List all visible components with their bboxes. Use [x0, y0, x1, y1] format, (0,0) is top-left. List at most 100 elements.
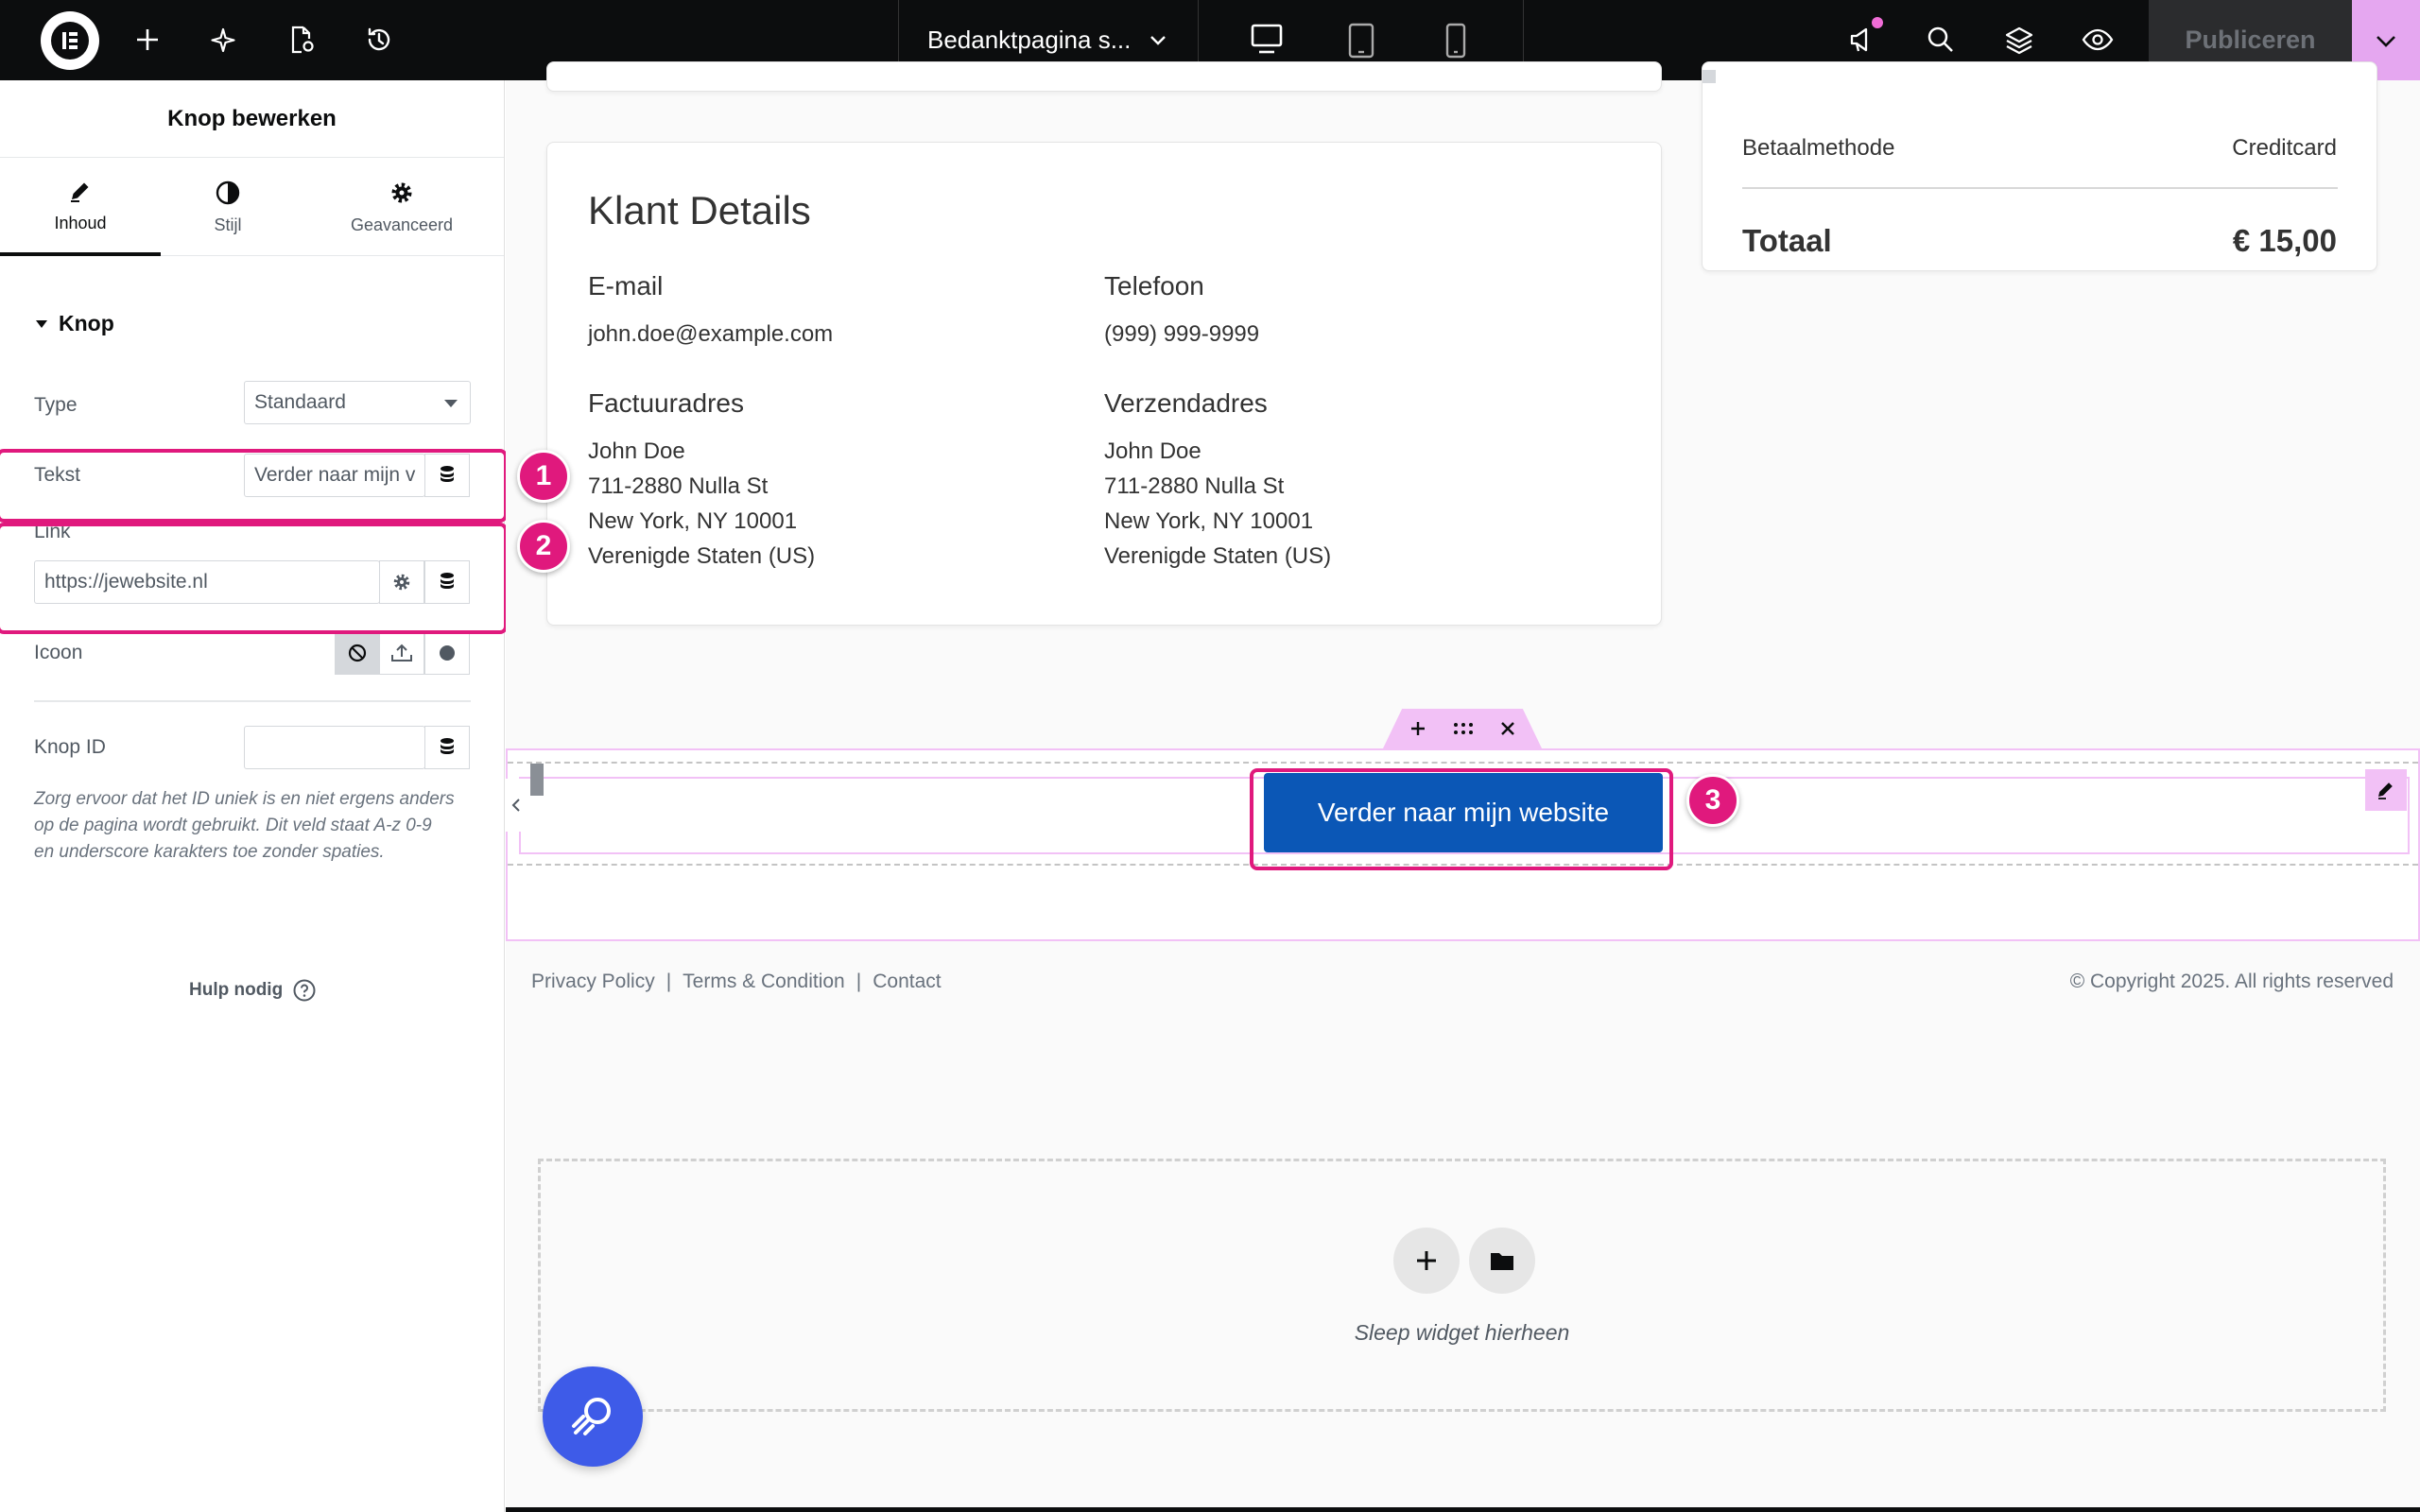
payment-method-value: Creditcard	[2232, 135, 2337, 161]
plus-icon	[137, 29, 158, 50]
history-button[interactable]	[360, 21, 398, 59]
annotation-badge-2: 2	[517, 520, 570, 573]
tablet-icon	[1348, 23, 1374, 58]
highlight-frame-3	[1250, 768, 1673, 870]
add-element-button[interactable]	[129, 21, 166, 59]
add-section-button[interactable]	[1393, 1228, 1460, 1294]
order-summary-card: Betaalmethode Creditcard Totaal € 15,00	[1702, 61, 2377, 271]
icon-label: Icoon	[34, 642, 83, 663]
chevron-down-icon	[2377, 35, 2395, 47]
email-value: john.doe@example.com	[588, 321, 834, 347]
mobile-icon	[1445, 23, 1466, 58]
divider	[1742, 187, 2338, 189]
help-link[interactable]: Hulp nodig	[189, 978, 317, 1003]
billing-address: John Doe 711-2880 Nulla St New York, NY …	[588, 434, 815, 574]
editor-panel: Knop bewerken Inhoud Stijl Geavanceerd K…	[0, 80, 508, 1512]
drag-handle-icon[interactable]	[1452, 721, 1475, 736]
tab-style[interactable]: Stijl	[161, 158, 295, 256]
tab-style-label: Stijl	[214, 215, 242, 234]
section-handle	[1383, 709, 1542, 748]
type-value: Standaard	[254, 391, 346, 413]
widget-dropzone[interactable]: Sleep widget hierheen	[538, 1159, 2386, 1412]
question-circle-icon	[293, 979, 316, 1002]
panel-title: Knop bewerken	[0, 80, 504, 158]
structure-button[interactable]	[2000, 21, 2038, 59]
help-label: Hulp nodig	[189, 980, 284, 1000]
sparkle-icon	[211, 27, 235, 53]
tab-content-label: Inhoud	[54, 213, 107, 232]
customer-details-card: Klant Details E-mail john.doe@example.co…	[546, 142, 1662, 626]
elementor-logo-button[interactable]	[41, 11, 99, 70]
gear-icon	[391, 182, 412, 202]
footer-separator: |	[666, 971, 672, 992]
footer-separator: |	[856, 971, 862, 992]
annotation-badge-3: 3	[1686, 774, 1739, 827]
layers-icon	[2005, 26, 2033, 55]
footer-link-terms[interactable]: Terms & Condition	[683, 971, 845, 993]
billing-heading: Factuuradres	[588, 388, 744, 418]
footer-links: Privacy Policy | Terms & Condition | Con…	[531, 971, 942, 993]
help-line: op de pagina wordt gebruikt. Dit veld st…	[34, 816, 432, 835]
highlight-frame-1	[0, 449, 508, 523]
ban-icon	[348, 644, 367, 662]
circle-icon	[440, 645, 455, 661]
address-line: 711-2880 Nulla St	[1104, 473, 1285, 499]
payment-method-label: Betaalmethode	[1742, 135, 1895, 161]
tab-advanced-label: Geavanceerd	[350, 215, 454, 234]
shipping-address: John Doe 711-2880 Nulla St New York, NY …	[1104, 434, 1331, 574]
dynamic-tags-button[interactable]	[424, 726, 470, 769]
help-line: Zorg ervoor dat het ID uniek is en niet …	[34, 789, 455, 809]
edit-widget-button[interactable]	[2365, 769, 2407, 811]
footer-link-privacy[interactable]: Privacy Policy	[531, 971, 655, 993]
container-outline-top	[508, 762, 2418, 764]
eye-icon	[2082, 28, 2114, 51]
section-toggle-knop[interactable]: Knop	[34, 311, 114, 336]
annotation-badge-1: 1	[517, 450, 570, 503]
icon-library-button[interactable]	[424, 631, 470, 675]
page-settings-button[interactable]	[283, 21, 320, 59]
collapse-panel-button[interactable]	[506, 779, 527, 832]
page-settings-icon	[291, 26, 314, 54]
chevron-left-icon	[511, 799, 520, 812]
database-icon	[441, 738, 454, 754]
shipping-heading: Verzendadres	[1104, 388, 1268, 418]
plus-icon[interactable]	[1409, 719, 1427, 738]
upload-icon	[391, 644, 412, 662]
assistant-fab[interactable]	[543, 1366, 643, 1467]
pencil-icon	[71, 182, 89, 202]
phone-value: (999) 999-9999	[1104, 321, 1260, 347]
total-value: € 15,00	[2232, 223, 2337, 258]
address-line: New York, NY 10001	[588, 508, 798, 534]
history-icon	[368, 27, 390, 51]
panel-tabs: Inhoud Stijl Geavanceerd	[0, 158, 504, 256]
notification-dot	[1872, 17, 1883, 28]
top-card-remnant	[546, 61, 1662, 92]
address-line: John Doe	[588, 438, 685, 464]
icon-upload-button[interactable]	[379, 631, 424, 675]
search-icon	[1927, 26, 1953, 52]
caret-down-icon	[36, 319, 47, 328]
megaphone-icon	[1850, 27, 1868, 52]
button-id-input[interactable]	[244, 726, 425, 769]
column-handle[interactable]	[530, 764, 544, 796]
preview-button[interactable]	[2079, 21, 2117, 59]
search-button[interactable]	[1922, 21, 1960, 59]
close-icon[interactable]	[1499, 720, 1516, 737]
address-line: John Doe	[1104, 438, 1201, 464]
tab-advanced[interactable]: Geavanceerd	[321, 158, 482, 256]
add-template-button[interactable]	[1469, 1228, 1535, 1294]
half-circle-icon	[216, 180, 240, 204]
ai-button[interactable]	[206, 21, 244, 59]
folder-icon	[1491, 1253, 1513, 1270]
type-select[interactable]: Standaard	[244, 381, 471, 424]
footer-link-contact[interactable]: Contact	[873, 971, 941, 993]
desktop-icon	[1251, 24, 1283, 53]
plus-icon	[1417, 1251, 1436, 1270]
icon-none-button[interactable]	[335, 631, 380, 675]
highlight-frame-2	[0, 523, 508, 634]
button-id-label: Knop ID	[34, 736, 106, 758]
phone-heading: Telefoon	[1104, 271, 1204, 301]
tab-content[interactable]: Inhoud	[0, 158, 161, 256]
section-title: Knop	[59, 311, 114, 335]
magnifier-sparkle-icon	[572, 1398, 611, 1435]
